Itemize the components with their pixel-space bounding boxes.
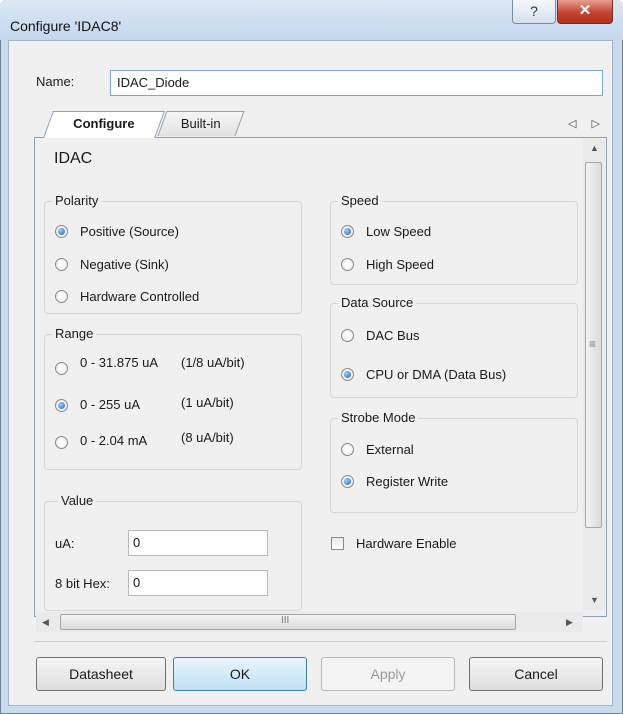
- separator: [34, 641, 607, 642]
- radio-range-204ma[interactable]: [55, 436, 68, 449]
- radio-hardware-controlled[interactable]: [55, 290, 68, 303]
- radio-positive-source[interactable]: [55, 225, 68, 238]
- name-input[interactable]: IDAC_Diode: [110, 70, 603, 96]
- help-icon: ?: [530, 3, 538, 19]
- data-source-label: Data Source: [338, 295, 417, 310]
- option-label: Positive (Source): [80, 224, 179, 239]
- radio-negative-sink[interactable]: [55, 258, 68, 271]
- cancel-button[interactable]: Cancel: [469, 657, 603, 691]
- range-label: Range: [52, 326, 97, 341]
- option-label: Low Speed: [366, 224, 432, 239]
- tab-configure[interactable]: Configure: [43, 111, 165, 138]
- speed-group: [330, 201, 578, 285]
- option-note: (1 uA/bit): [181, 395, 234, 410]
- ok-button[interactable]: OK: [173, 657, 307, 691]
- option-label: 0 - 2.04 mA: [80, 433, 148, 448]
- close-button[interactable]: ✕: [557, 0, 613, 24]
- window-title: Configure 'IDAC8': [10, 18, 122, 34]
- hex-label: 8 bit Hex:: [55, 576, 110, 591]
- hardware-enable-checkbox[interactable]: [331, 537, 344, 550]
- ua-label: uA:: [55, 536, 75, 551]
- tab-built-in[interactable]: Built-in: [157, 111, 245, 136]
- radio-range-31875ua[interactable]: [55, 362, 68, 375]
- radio-low-speed[interactable]: [341, 225, 354, 238]
- strobe-mode-label: Strobe Mode: [338, 410, 419, 425]
- tab-scroll-arrows-icon[interactable]: ◁ ▷: [568, 117, 606, 130]
- option-label: CPU or DMA (Data Bus): [366, 367, 507, 382]
- close-icon: ✕: [578, 2, 592, 19]
- scroll-down-icon[interactable]: ▼: [590, 595, 599, 605]
- option-label: Register Write: [366, 474, 449, 489]
- option-label: 0 - 255 uA: [80, 397, 140, 412]
- option-label: 0 - 31.875 uA: [80, 355, 159, 370]
- option-label: External: [366, 442, 414, 457]
- option-note: (8 uA/bit): [181, 430, 234, 445]
- radio-cpu-or-dma[interactable]: [341, 368, 354, 381]
- option-label: Negative (Sink): [80, 257, 169, 272]
- polarity-label: Polarity: [52, 193, 102, 208]
- scroll-right-icon[interactable]: ▶: [566, 617, 573, 628]
- option-label: DAC Bus: [366, 328, 420, 343]
- grip-icon: ≡: [589, 337, 597, 351]
- scroll-left-icon[interactable]: ◀: [42, 617, 49, 628]
- strobe-mode-group: [330, 418, 578, 513]
- panel-title: IDAC: [54, 150, 93, 167]
- scroll-up-icon[interactable]: ▲: [590, 143, 599, 153]
- radio-register-write[interactable]: [341, 475, 354, 488]
- speed-label: Speed: [338, 193, 382, 208]
- name-label: Name:: [36, 74, 75, 89]
- value-label: Value: [58, 493, 97, 508]
- hex-input[interactable]: 0: [128, 570, 268, 596]
- apply-button[interactable]: Apply: [321, 657, 455, 691]
- datasheet-button[interactable]: Datasheet: [36, 657, 166, 691]
- radio-dac-bus[interactable]: [341, 329, 354, 342]
- option-label: Hardware Controlled: [80, 289, 200, 304]
- data-source-group: [330, 303, 578, 398]
- grip-icon: III: [281, 615, 290, 626]
- help-button[interactable]: ?: [512, 0, 556, 24]
- option-label: High Speed: [366, 257, 434, 272]
- radio-high-speed[interactable]: [341, 258, 354, 271]
- hardware-enable-label: Hardware Enable: [356, 536, 457, 551]
- option-note: (1/8 uA/bit): [181, 355, 245, 370]
- radio-external[interactable]: [341, 443, 354, 456]
- ua-input[interactable]: 0: [128, 530, 268, 556]
- radio-range-255ua[interactable]: [55, 399, 68, 412]
